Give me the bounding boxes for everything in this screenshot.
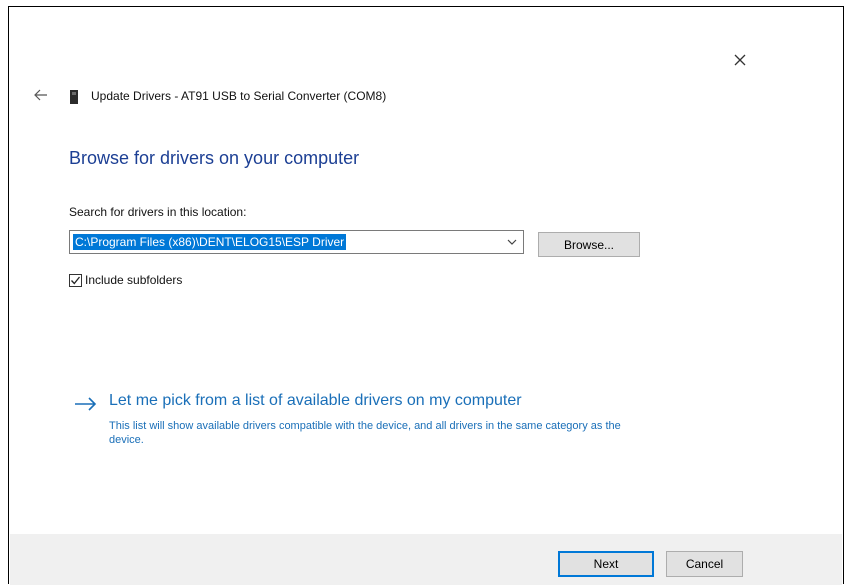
back-button[interactable]: [31, 85, 51, 105]
checkmark-icon: [71, 276, 81, 284]
pick-from-list-description: This list will show available drivers co…: [109, 420, 621, 446]
pick-from-list-title[interactable]: Let me pick from a list of available dri…: [109, 392, 522, 410]
next-button[interactable]: Next: [558, 551, 654, 577]
cancel-button[interactable]: Cancel: [666, 551, 743, 577]
close-icon: [734, 54, 746, 66]
arrow-right-icon: [75, 397, 97, 411]
window-title: Update Drivers - AT91 USB to Serial Conv…: [91, 89, 387, 103]
checkbox-box[interactable]: [69, 273, 82, 287]
driver-path-combobox[interactable]: C:\Program Files (x86)\DENT\ELOG15\ESP D…: [69, 230, 524, 254]
search-location-label: Search for drivers in this location:: [69, 205, 247, 219]
dialog-footer: Next Cancel: [10, 534, 842, 585]
device-icon: [70, 90, 78, 104]
close-button[interactable]: [727, 47, 753, 73]
driver-path-value[interactable]: C:\Program Files (x86)\DENT\ELOG15\ESP D…: [73, 234, 347, 250]
back-arrow-icon: [34, 89, 47, 101]
update-drivers-dialog: Update Drivers - AT91 USB to Serial Conv…: [8, 6, 844, 585]
include-subfolders-label: Include subfolders: [85, 273, 183, 287]
page-title: Browse for drivers on your computer: [69, 148, 360, 168]
browse-button[interactable]: Browse...: [538, 232, 640, 257]
include-subfolders-checkbox[interactable]: Include subfolders: [69, 272, 182, 288]
chevron-down-icon[interactable]: [505, 235, 519, 249]
